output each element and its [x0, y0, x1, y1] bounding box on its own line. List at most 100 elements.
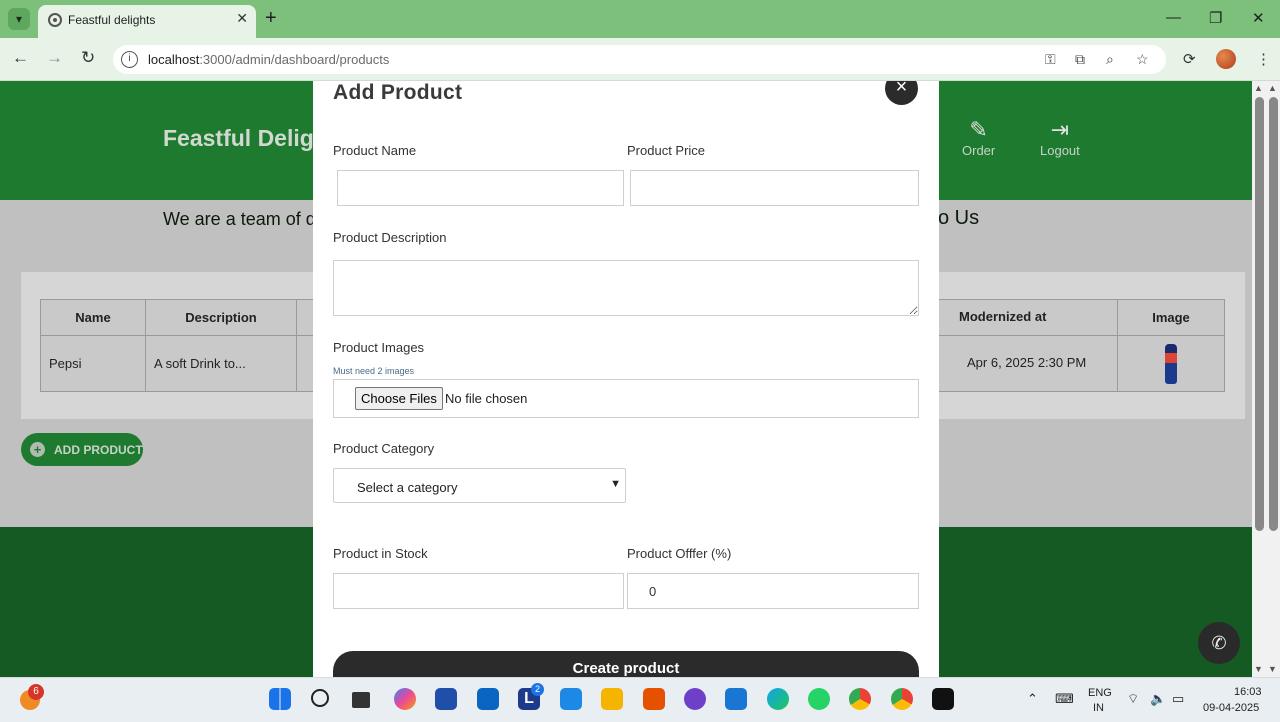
wifi-icon[interactable]: ⌔ [1127, 691, 1139, 707]
tray-chevron-up-icon[interactable]: ⌃ [1027, 691, 1038, 707]
chrome-active-icon[interactable] [891, 688, 913, 710]
vscode-icon[interactable] [725, 688, 747, 710]
sublime-text-icon[interactable] [643, 688, 665, 710]
col-name: Name [40, 299, 146, 336]
minimize-icon[interactable]: — [1166, 9, 1181, 26]
scroll-up-icon-2[interactable]: ▲ [1268, 83, 1277, 93]
bookmark-star-icon[interactable]: ☆ [1136, 51, 1149, 68]
product-name-input[interactable] [337, 170, 624, 206]
close-window-icon[interactable]: ✕ [1252, 9, 1265, 27]
outlook-icon[interactable] [477, 688, 499, 710]
copilot-icon[interactable] [394, 688, 416, 710]
col-image: Image [1117, 299, 1225, 336]
clock-time[interactable]: 16:03 [1234, 686, 1262, 698]
scroll-up-icon[interactable]: ▲ [1254, 83, 1263, 93]
scroll-down-icon-2[interactable]: ▼ [1268, 664, 1277, 674]
tab-search-chevron-icon[interactable]: ▾ [8, 8, 30, 30]
product-price-label: Product Price [627, 143, 706, 158]
profile-avatar[interactable] [1216, 49, 1236, 69]
browser-tabbar: ▾ Feastful delights ✕ + — ❐ ✕ [0, 0, 1280, 38]
capcut-icon[interactable] [932, 688, 954, 710]
close-tab-icon[interactable]: ✕ [236, 10, 248, 27]
product-category-label: Product Category [333, 441, 435, 456]
cell-image [1117, 335, 1225, 392]
product-stock-label: Product in Stock [333, 546, 428, 561]
add-product-button[interactable]: + ADD PRODUCT [21, 433, 143, 466]
windows-start-icon[interactable] [269, 688, 291, 710]
file-explorer-icon[interactable] [601, 688, 623, 710]
plus-circle-icon: + [30, 442, 45, 457]
reload-icon[interactable]: ↻ [81, 48, 95, 68]
product-description-label: Product Description [333, 230, 447, 245]
whatsapp-app-icon[interactable] [808, 688, 830, 710]
clock-date[interactable]: 09-04-2025 [1203, 702, 1259, 714]
back-icon[interactable]: ← [12, 48, 29, 68]
browser-tab-active[interactable]: Feastful delights ✕ [38, 5, 256, 38]
password-key-icon[interactable]: ⚿ [1045, 51, 1056, 68]
keyboard-icon[interactable]: ⌨ [1055, 691, 1074, 707]
footer-about-text: We are a team of de [163, 209, 326, 229]
windows-taskbar: 6 L 2 ⌃ ⌨ ENG IN ⌔ 🔈 ▭ 16:03 09-04-2025 [0, 677, 1280, 722]
extensions-icon[interactable]: ⟳ [1183, 50, 1196, 68]
scroll-down-icon[interactable]: ▼ [1254, 664, 1263, 674]
address-bar[interactable]: i localhost:3000/admin/dashboard/product… [113, 45, 1166, 74]
site-info-icon[interactable]: i [121, 51, 138, 68]
browser-toolbar: ← → ↻ i localhost:3000/admin/dashboard/p… [0, 38, 1280, 81]
product-price-input[interactable] [630, 170, 919, 206]
col-description: Description [145, 299, 297, 336]
github-desktop-icon[interactable] [684, 688, 706, 710]
modal-title: Add Product [333, 81, 463, 104]
col-modernized: Modernized at [959, 309, 1047, 324]
scrollbar-thumb-2[interactable] [1269, 97, 1278, 531]
nav-logout[interactable]: ⇥ Logout [1040, 117, 1080, 158]
restore-icon[interactable]: ❐ [1209, 9, 1222, 27]
store-icon[interactable] [435, 688, 457, 710]
globe-icon [48, 13, 62, 27]
footer-contact-heading: o Us [938, 207, 980, 229]
page-viewport: Feastful Delig ✎ Order ⇥ Logout Name Des… [0, 81, 1252, 677]
search-icon[interactable] [311, 689, 329, 707]
product-name-label: Product Name [333, 143, 417, 158]
scrollbar-thumb[interactable] [1255, 97, 1264, 531]
pencil-icon: ✎ [969, 117, 988, 142]
cell-modernized: Apr 6, 2025 2:30 PM [967, 355, 1087, 370]
chrome-icon[interactable] [849, 688, 871, 710]
url-text: localhost:3000/admin/dashboard/products [148, 52, 390, 67]
page-scrollbar[interactable]: ▲ ▲ ▼ ▼ [1252, 81, 1280, 677]
product-offer-label: Product Offfer (%) [627, 546, 732, 561]
cell-name: Pepsi [40, 335, 146, 392]
product-category-select[interactable]: Select a category ▼ [333, 468, 626, 503]
language-bottom[interactable]: IN [1093, 702, 1104, 714]
choose-files-button[interactable]: Choose Files [355, 387, 443, 410]
create-product-button[interactable]: Create product [333, 651, 919, 677]
modernized-column: Modernized at Apr 6, 2025 2:30 PM [939, 299, 1116, 393]
translate-icon[interactable]: ⧉ [1075, 51, 1085, 68]
tab-title: Feastful delights [68, 13, 156, 27]
cell-description: A soft Drink to... [145, 335, 297, 392]
whatsapp-icon[interactable]: ✆ [1198, 622, 1240, 664]
modal-close-icon[interactable]: × [885, 81, 918, 105]
zoom-icon[interactable]: ⌕ [1106, 51, 1114, 68]
edge-icon[interactable] [767, 688, 789, 710]
forward-icon[interactable]: → [46, 48, 63, 68]
task-view-icon[interactable] [352, 692, 370, 708]
volume-icon[interactable]: 🔈 [1150, 691, 1166, 707]
product-description-textarea[interactable] [333, 260, 919, 316]
product-images-label: Product Images [333, 340, 425, 355]
product-images-hint: Must need 2 images [333, 366, 415, 376]
language-top[interactable]: ENG [1088, 687, 1112, 699]
nav-order[interactable]: ✎ Order [962, 117, 995, 158]
pepsi-bottle-image [1165, 343, 1177, 384]
notification-badge: 6 [28, 684, 44, 700]
browser-menu-icon[interactable]: ⋮ [1256, 50, 1271, 68]
product-stock-input[interactable] [333, 573, 624, 609]
photos-app-icon[interactable] [560, 688, 582, 710]
product-images-file-input: Choose Files No file chosen [333, 379, 919, 418]
l-app-badge: 2 [531, 683, 544, 696]
category-selected-value: Select a category [357, 480, 458, 495]
battery-icon[interactable]: ▭ [1172, 691, 1184, 707]
product-offer-input[interactable] [627, 573, 919, 609]
new-tab-icon[interactable]: + [265, 7, 277, 30]
site-brand[interactable]: Feastful Delig [163, 125, 314, 152]
file-status-text: No file chosen [445, 391, 528, 406]
